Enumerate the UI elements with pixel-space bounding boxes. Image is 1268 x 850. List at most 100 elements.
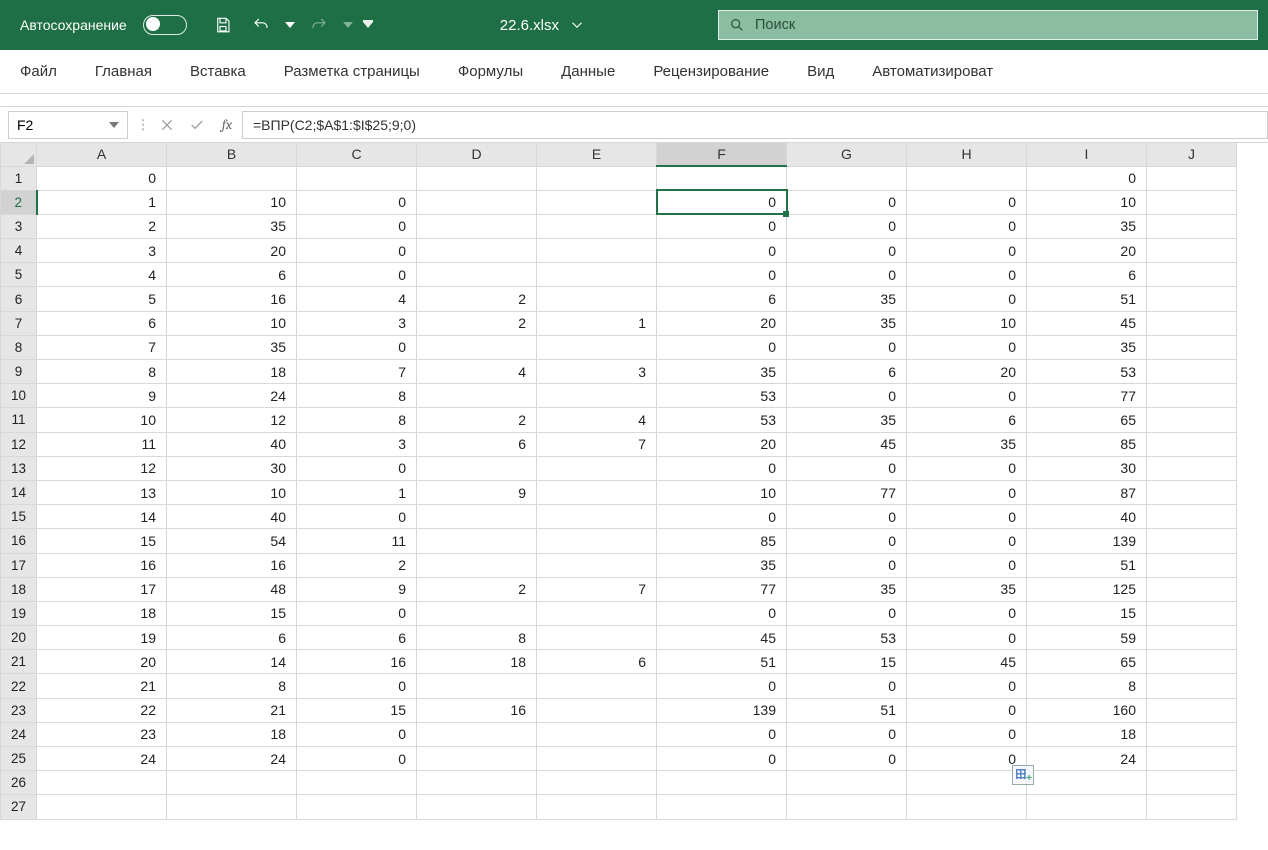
cell[interactable] (1027, 771, 1147, 795)
tab-data[interactable]: Данные (561, 63, 615, 80)
cell[interactable]: 6 (907, 408, 1027, 432)
spreadsheet-grid[interactable]: ABCDEFGHIJ100211000001032350000354320000… (0, 143, 1237, 820)
cancel-formula-icon[interactable] (152, 117, 182, 133)
select-all-cell[interactable] (1, 143, 37, 166)
cell[interactable]: 4 (37, 263, 167, 287)
workbook-filename[interactable]: 22.6.xlsx (500, 17, 559, 34)
cell[interactable]: 6 (1027, 263, 1147, 287)
cell[interactable] (537, 747, 657, 771)
cell[interactable]: 20 (1027, 239, 1147, 263)
cell[interactable]: 23 (37, 722, 167, 746)
cell[interactable] (1147, 335, 1237, 359)
cell[interactable] (1147, 650, 1237, 674)
search-input[interactable]: Поиск (718, 10, 1258, 40)
cell[interactable]: 53 (657, 408, 787, 432)
cell[interactable] (417, 384, 537, 408)
cell[interactable]: 0 (787, 456, 907, 480)
cell[interactable] (537, 601, 657, 625)
cell[interactable] (1147, 577, 1237, 601)
cell[interactable] (417, 747, 537, 771)
cell[interactable] (417, 239, 537, 263)
cell[interactable]: 0 (297, 747, 417, 771)
enter-formula-icon[interactable] (182, 117, 212, 133)
cell[interactable]: 20 (907, 360, 1027, 384)
cell[interactable]: 7 (297, 360, 417, 384)
cell[interactable]: 0 (907, 214, 1027, 238)
cell[interactable]: 16 (167, 553, 297, 577)
row-header[interactable]: 24 (1, 722, 37, 746)
cell[interactable]: 22 (37, 698, 167, 722)
cell[interactable] (1147, 408, 1237, 432)
cell[interactable]: 0 (907, 674, 1027, 698)
cell[interactable]: 4 (297, 287, 417, 311)
cell[interactable]: 0 (787, 190, 907, 214)
cell[interactable]: 53 (1027, 360, 1147, 384)
cell[interactable] (787, 771, 907, 795)
cell[interactable]: 3 (297, 311, 417, 335)
cell[interactable]: 7 (537, 432, 657, 456)
cell[interactable]: 0 (907, 480, 1027, 504)
cell[interactable]: 0 (907, 263, 1027, 287)
cell[interactable]: 40 (167, 505, 297, 529)
cell[interactable]: 6 (167, 626, 297, 650)
cell[interactable] (1147, 214, 1237, 238)
row-header[interactable]: 9 (1, 360, 37, 384)
cell[interactable]: 6 (417, 432, 537, 456)
cell[interactable]: 16 (297, 650, 417, 674)
cell[interactable]: 11 (37, 432, 167, 456)
cell[interactable]: 2 (297, 553, 417, 577)
filename-chevron-down-icon[interactable] (563, 11, 591, 39)
cell[interactable] (537, 384, 657, 408)
cell[interactable]: 0 (787, 335, 907, 359)
cell[interactable]: 77 (657, 577, 787, 601)
cell[interactable]: 2 (417, 577, 537, 601)
cell[interactable] (1147, 722, 1237, 746)
cell[interactable]: 24 (1027, 747, 1147, 771)
cell[interactable] (657, 771, 787, 795)
cell[interactable]: 16 (37, 553, 167, 577)
cell[interactable]: 7 (37, 335, 167, 359)
cell[interactable]: 20 (167, 239, 297, 263)
cell[interactable]: 2 (37, 214, 167, 238)
tab-page-layout[interactable]: Разметка страницы (284, 63, 420, 80)
cell[interactable] (167, 166, 297, 190)
cell[interactable] (417, 601, 537, 625)
cell[interactable]: 160 (1027, 698, 1147, 722)
cell[interactable] (1147, 384, 1237, 408)
cell[interactable]: 0 (907, 456, 1027, 480)
cell[interactable] (1147, 287, 1237, 311)
row-header[interactable]: 26 (1, 771, 37, 795)
cell[interactable]: 40 (167, 432, 297, 456)
cell[interactable] (537, 698, 657, 722)
cell[interactable]: 10 (907, 311, 1027, 335)
cell[interactable]: 45 (1027, 311, 1147, 335)
cell[interactable]: 6 (787, 360, 907, 384)
row-header[interactable]: 17 (1, 553, 37, 577)
row-header[interactable]: 8 (1, 335, 37, 359)
cell[interactable]: 10 (167, 311, 297, 335)
cell[interactable]: 0 (297, 335, 417, 359)
cell[interactable]: 0 (37, 166, 167, 190)
cell[interactable] (417, 263, 537, 287)
row-header[interactable]: 14 (1, 480, 37, 504)
cell[interactable] (1147, 553, 1237, 577)
cell[interactable]: 30 (1027, 456, 1147, 480)
cell[interactable] (417, 771, 537, 795)
cell[interactable] (1147, 601, 1237, 625)
cell[interactable]: 4 (417, 360, 537, 384)
cell[interactable]: 87 (1027, 480, 1147, 504)
row-header[interactable]: 15 (1, 505, 37, 529)
cell[interactable]: 0 (657, 722, 787, 746)
cell[interactable]: 14 (37, 505, 167, 529)
column-header[interactable]: F (657, 143, 787, 166)
cell[interactable]: 20 (657, 311, 787, 335)
cell[interactable]: 0 (907, 505, 1027, 529)
cell[interactable]: 30 (167, 456, 297, 480)
cell[interactable]: 18 (167, 722, 297, 746)
cell[interactable]: 8 (37, 360, 167, 384)
cell[interactable]: 0 (787, 505, 907, 529)
cell[interactable]: 8 (1027, 674, 1147, 698)
cell[interactable]: 8 (167, 674, 297, 698)
cell[interactable]: 0 (787, 529, 907, 553)
cell[interactable]: 20 (37, 650, 167, 674)
